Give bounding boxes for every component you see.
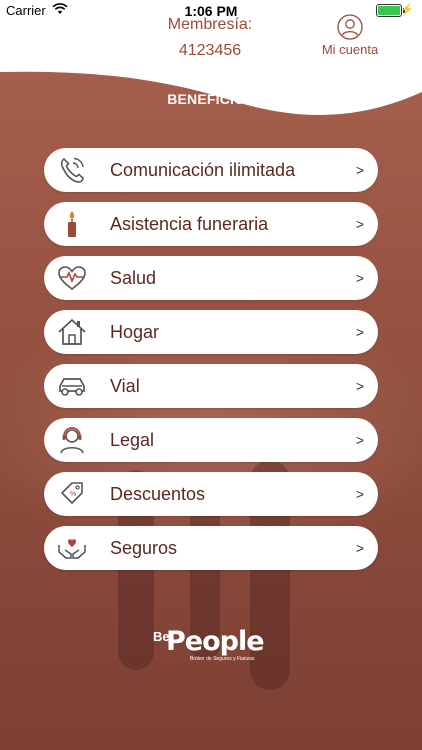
heart-pulse-icon bbox=[58, 266, 86, 291]
menu-item-label: Legal bbox=[110, 430, 155, 450]
user-circle-icon bbox=[337, 14, 363, 40]
menu-item-hogar[interactable]: Hogar > bbox=[44, 310, 378, 354]
menu-item-asistencia-funeraria[interactable]: Asistencia funeraria > bbox=[44, 202, 378, 246]
chevron-right-icon: > bbox=[355, 216, 364, 232]
chevron-right-icon: > bbox=[355, 540, 364, 556]
phone-icon bbox=[60, 157, 84, 183]
headset-agent-icon bbox=[60, 427, 84, 454]
my-account-label: Mi cuenta bbox=[321, 42, 379, 57]
menu-item-salud[interactable]: Salud > bbox=[44, 256, 378, 300]
chevron-right-icon: > bbox=[355, 324, 364, 340]
menu-item-vial[interactable]: Vial > bbox=[44, 364, 378, 408]
menu-item-label: Vial bbox=[110, 376, 140, 396]
benefits-menu: Comunicación ilimitada > Asistencia fune… bbox=[44, 148, 378, 580]
svg-text:%: % bbox=[70, 491, 76, 498]
chevron-right-icon: > bbox=[355, 486, 364, 502]
chevron-right-icon: > bbox=[355, 162, 364, 178]
chevron-right-icon: > bbox=[355, 378, 364, 394]
menu-item-seguros[interactable]: Seguros > bbox=[44, 526, 378, 570]
menu-item-label: Salud bbox=[110, 268, 157, 288]
menu-item-label: Seguros bbox=[110, 538, 178, 558]
car-icon bbox=[59, 378, 85, 396]
menu-item-descuentos[interactable]: % Descuentos > bbox=[44, 472, 378, 516]
section-title: BENEFICIOS bbox=[167, 91, 255, 107]
bepeople-logo: Be People Bróker de Seguros y Fianzas bbox=[150, 626, 272, 666]
membership-label: Membresía: bbox=[167, 16, 253, 33]
menu-item-comunicacion[interactable]: Comunicación ilimitada > bbox=[44, 148, 378, 192]
menu-item-label: Comunicación ilimitada bbox=[110, 160, 296, 180]
house-icon bbox=[58, 318, 86, 345]
hands-heart-icon bbox=[58, 539, 86, 559]
my-account-button[interactable]: Mi cuenta bbox=[314, 14, 386, 57]
membership-number: 4123456 bbox=[178, 42, 242, 59]
discount-tag-icon: % bbox=[60, 482, 83, 505]
logo-tagline: Bróker de Seguros y Fianzas bbox=[190, 656, 255, 662]
logo-name: People bbox=[166, 626, 265, 657]
charging-bolt-icon: ⚡ bbox=[400, 4, 414, 16]
menu-item-legal[interactable]: Legal > bbox=[44, 418, 378, 462]
candle-icon bbox=[68, 211, 76, 237]
menu-item-label: Asistencia funeraria bbox=[110, 214, 269, 234]
chevron-right-icon: > bbox=[355, 432, 364, 448]
membership-info: Membresía: 4123456 bbox=[120, 14, 300, 62]
chevron-right-icon: > bbox=[355, 270, 364, 286]
menu-item-label: Descuentos bbox=[110, 484, 206, 504]
menu-item-label: Hogar bbox=[110, 322, 160, 342]
